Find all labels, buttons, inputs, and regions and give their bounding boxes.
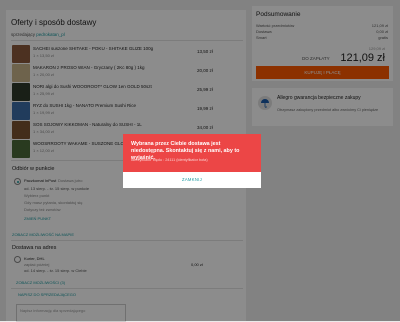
modal-footer: ZAMKNIJ bbox=[123, 172, 261, 188]
modal-header: Wybrana przez Ciebie dostawa jest niedos… bbox=[123, 134, 261, 172]
error-modal: Wybrana przez Ciebie dostawa jest niedos… bbox=[123, 134, 261, 188]
modal-subtitle: Identyfikator błędu : 24111 (identyfikat… bbox=[131, 158, 208, 162]
close-button[interactable]: ZAMKNIJ bbox=[123, 172, 261, 188]
